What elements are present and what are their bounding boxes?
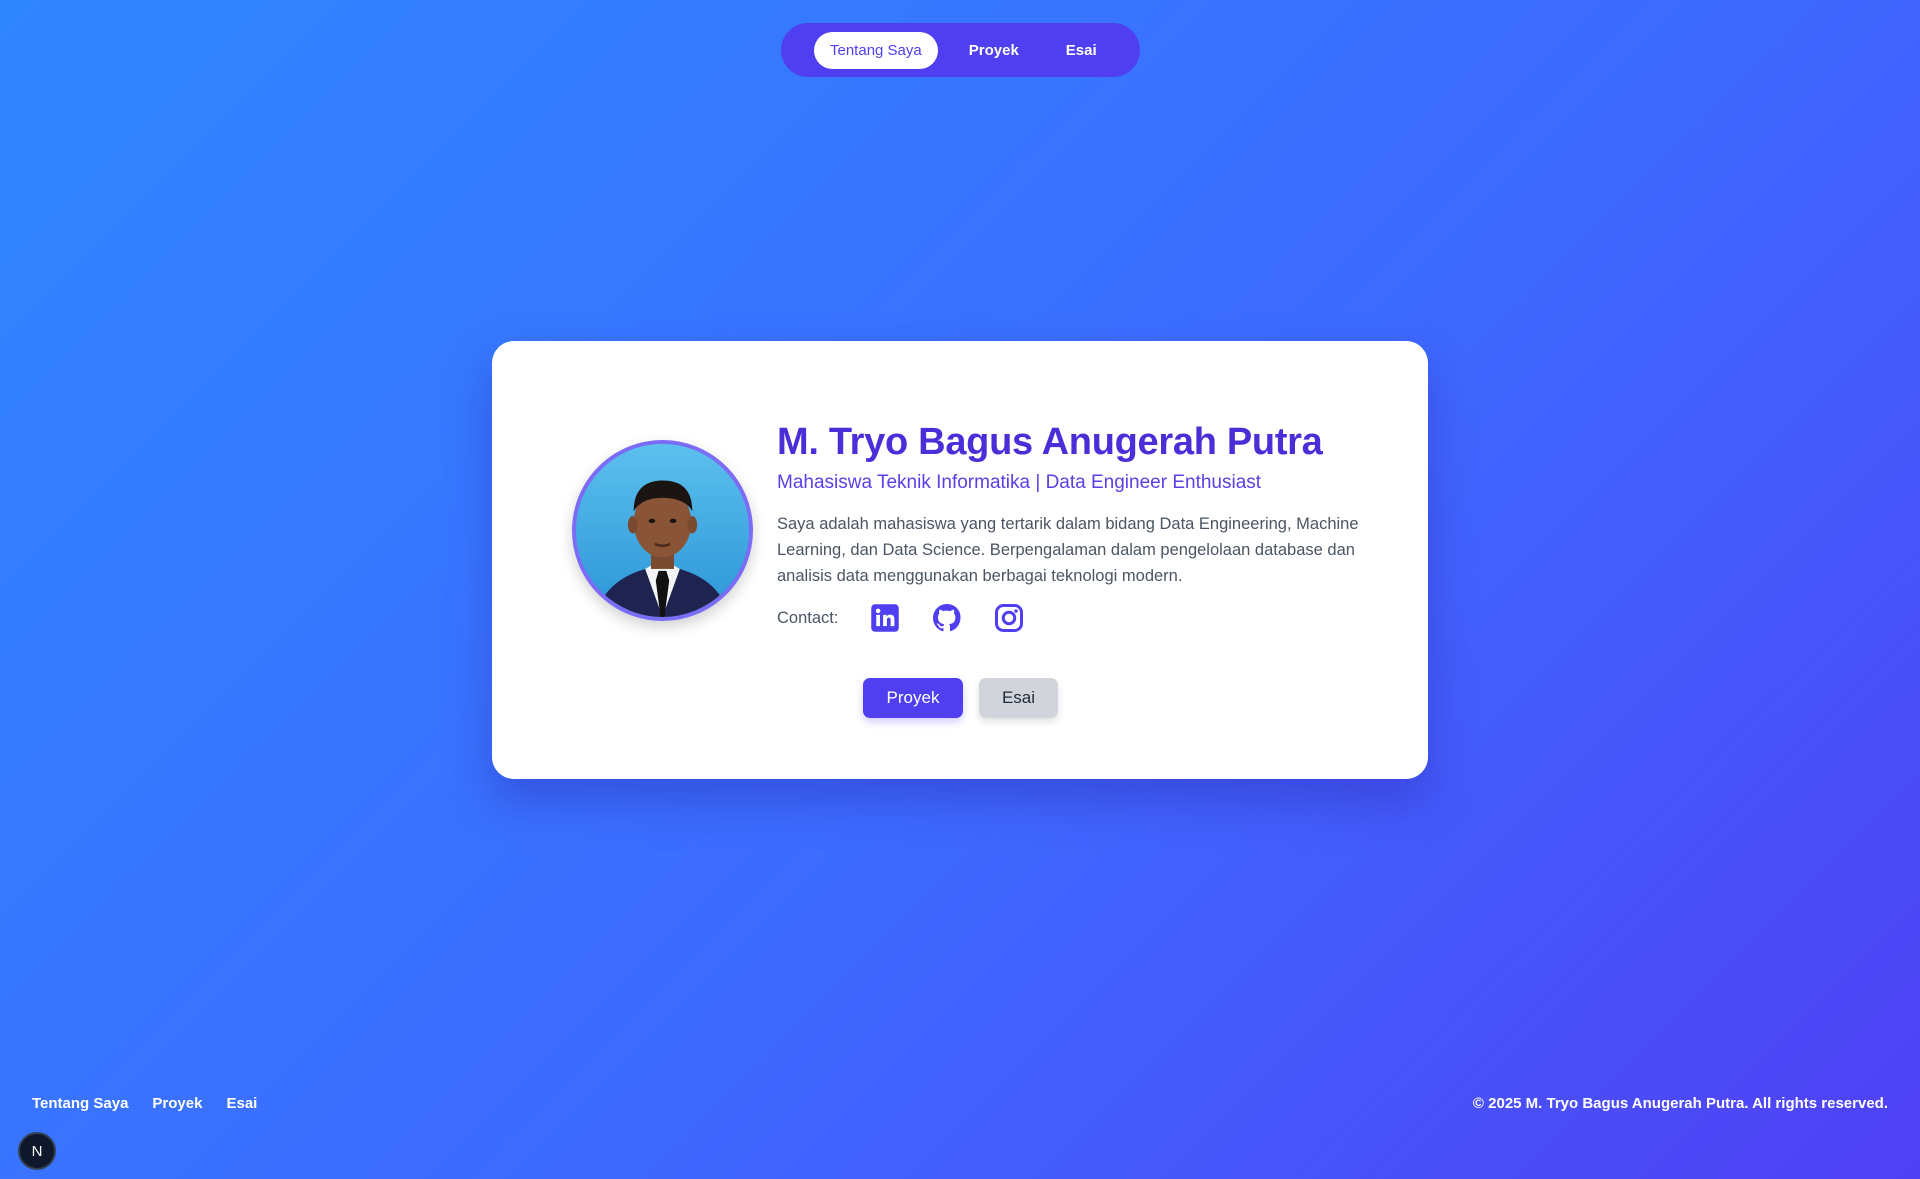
top-navigation: Tentang Saya Proyek Esai [781,23,1140,77]
profile-info: M. Tryo Bagus Anugerah Putra Mahasiswa T… [777,419,1377,633]
profile-photo [572,440,753,621]
proyek-button[interactable]: Proyek [863,678,963,718]
profile-tagline: Mahasiswa Teknik Informatika | Data Engi… [777,472,1262,493]
nextjs-logo-icon: N [31,1142,43,1160]
profile-card: M. Tryo Bagus Anugerah Putra Mahasiswa T… [492,341,1428,779]
github-icon[interactable] [932,603,962,633]
profile-name: M. Tryo Bagus Anugerah Putra [777,421,1323,463]
copyright-text: © 2025 M. Tryo Bagus Anugerah Putra. All… [1472,1095,1888,1112]
footer-link-esai[interactable]: Esai [226,1095,257,1112]
profile-bio: Saya adalah mahasiswa yang tertarik dala… [777,515,1359,585]
footer-link-tentang-saya[interactable]: Tentang Saya [32,1095,128,1112]
linkedin-icon[interactable] [870,603,900,633]
footer-link-proyek[interactable]: Proyek [152,1095,202,1112]
instagram-icon[interactable] [994,603,1024,633]
nav-tab-tentang-saya[interactable]: Tentang Saya [814,31,938,69]
footer-links: Tentang Saya Proyek Esai [32,1095,281,1112]
nextjs-devtools-badge[interactable]: N [18,1132,56,1170]
card-actions: Proyek Esai [863,678,1058,718]
nav-tab-proyek[interactable]: Proyek [953,32,1035,69]
contact-label: Contact: [777,608,839,627]
profile-photo-illustration [576,444,749,617]
contact-row: Contact: [777,603,1377,633]
nav-tab-esai[interactable]: Esai [1050,32,1113,69]
esai-button[interactable]: Esai [979,678,1058,718]
